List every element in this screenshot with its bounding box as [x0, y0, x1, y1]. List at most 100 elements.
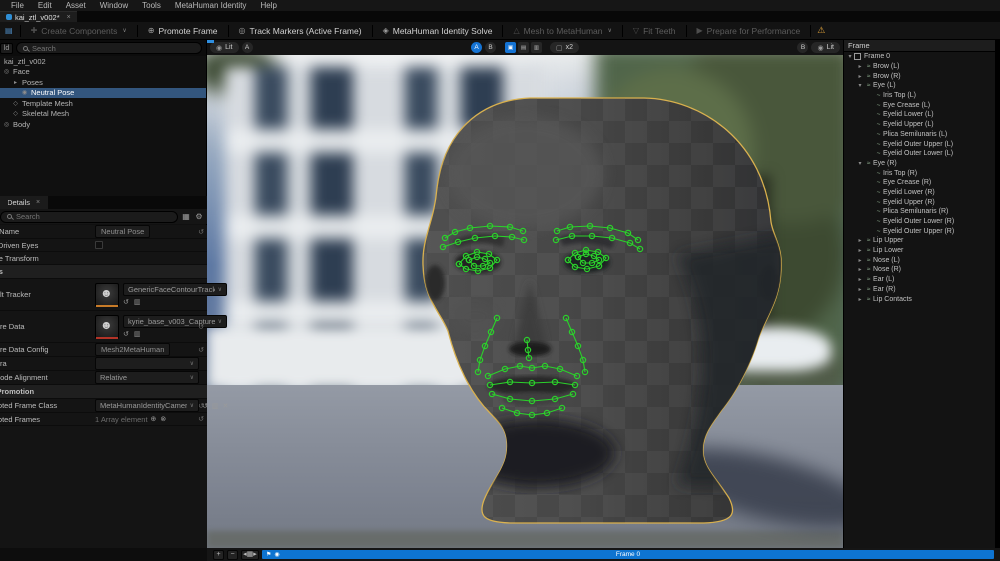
property-dropdown[interactable]: ∨	[95, 357, 199, 370]
browse-icon[interactable]: ▥	[212, 402, 219, 410]
add-frame-button[interactable]: +	[213, 549, 224, 560]
asset-thumbnail[interactable]	[95, 314, 119, 339]
zoom-x2-button[interactable]: ▢ x2	[549, 42, 580, 53]
reset-to-default-icon[interactable]: ↺	[198, 402, 204, 410]
frame-tree-item-nose-l-[interactable]: ▸ ≈ Nose (L)	[844, 255, 995, 265]
data-driven-eyes-checkbox[interactable]	[95, 241, 103, 249]
layout-split-button[interactable]: ▤	[517, 42, 529, 53]
expander-icon[interactable]: ▸	[856, 63, 864, 70]
view-b-toggle[interactable]: B	[484, 42, 496, 53]
details-gear-icon[interactable]: ⚙	[194, 212, 204, 221]
outliner-item-template-mesh[interactable]: ◇ Template Mesh	[0, 98, 206, 109]
outliner-item-face[interactable]: ◎ Face	[0, 67, 206, 78]
property-dropdown[interactable]: Relative ∨	[95, 371, 199, 384]
expander-icon[interactable]: ▾	[856, 82, 864, 89]
property-value[interactable]: Mesh2MetaHuman	[95, 343, 171, 356]
frame-tree-item-eyelid-lower-r-[interactable]: ~ Eyelid Lower (R)	[844, 188, 995, 198]
asset-dropdown[interactable]: kyrie_base_v003_CaptureData∨	[123, 315, 227, 328]
expander-icon[interactable]: ▸	[856, 257, 864, 264]
frame-tree-item-plica-semilunaris-l-[interactable]: ~ Plica Semilunaris (L)	[844, 130, 995, 140]
lit-mode-button-b[interactable]: ◉ Lit	[811, 42, 840, 53]
menu-item-help[interactable]: Help	[253, 0, 283, 11]
details-grid-icon[interactable]: ▦	[181, 212, 191, 221]
frame-tree-item-eyelid-outer-upper-l-[interactable]: ~ Eyelid Outer Upper (L)	[844, 139, 995, 149]
menu-item-asset[interactable]: Asset	[59, 0, 93, 11]
lit-mode-button[interactable]: ◉ Lit	[210, 42, 239, 53]
frame-tree-item-eyelid-outer-lower-r-[interactable]: ~ Eyelid Outer Lower (R)	[844, 217, 995, 227]
frame-tree-item-ear-l-[interactable]: ▸ ≈ Ear (L)	[844, 275, 995, 285]
layout-dual-button[interactable]: ▥	[530, 42, 542, 53]
outliner-searchbox[interactable]	[16, 42, 202, 54]
frame-checkbox[interactable]	[854, 53, 861, 61]
camera-b-button[interactable]: B	[797, 42, 809, 53]
outliner-item-kai-ztl-v002[interactable]: ▣kai_ztl_v002	[0, 56, 206, 67]
expander-icon[interactable]: ▸	[856, 276, 864, 283]
expander-icon[interactable]: ▾	[856, 160, 864, 167]
frame-tree-item-iris-top-r-[interactable]: ~ Iris Top (R)	[844, 168, 995, 178]
menu-item-window[interactable]: Window	[93, 0, 135, 11]
frame-tree-item-eyelid-outer-upper-r-[interactable]: ~ Eyelid Outer Upper (R)	[844, 226, 995, 236]
frame-tree-item-eye-l-[interactable]: ▾ ≈ Eye (L)	[844, 81, 995, 91]
frame-tree-item-eye-crease-l-[interactable]: ~ Eye Crease (L)	[844, 100, 995, 110]
outliner-item-poses[interactable]: ▸ Poses	[0, 77, 206, 88]
reset-to-default-icon[interactable]: ↺	[198, 228, 204, 236]
outliner-item-neutral-pose[interactable]: ◉ Neutral Pose	[0, 87, 206, 98]
frame-tree-item-nose-r-[interactable]: ▸ ≈ Nose (R)	[844, 265, 995, 275]
menu-item-metahuman-identity[interactable]: MetaHuman Identity	[168, 0, 254, 11]
frame-tree-item-brow-l-[interactable]: ▸ ≈ Brow (L)	[844, 62, 995, 72]
frame-tree-item-eyelid-upper-l-[interactable]: ~ Eyelid Upper (L)	[844, 120, 995, 130]
frame-tree-item-plica-semilunaris-r-[interactable]: ~ Plica Semilunaris (R)	[844, 207, 995, 217]
details-searchbox[interactable]	[0, 210, 178, 223]
frame-tree-item-eyelid-upper-r-[interactable]: ~ Eyelid Upper (R)	[844, 197, 995, 207]
details-tab-close-icon[interactable]: ×	[36, 199, 40, 206]
expander-icon[interactable]: ▸	[856, 286, 864, 293]
reset-to-default-icon[interactable]: ↺	[198, 346, 204, 354]
reset-to-default-icon[interactable]: ↺	[198, 415, 204, 423]
expander-icon[interactable]: ▸	[856, 73, 864, 80]
layout-single-button[interactable]: ▣	[504, 42, 516, 53]
expander-icon[interactable]: ▸	[856, 247, 864, 254]
clear-icon[interactable]: ✕	[223, 402, 229, 410]
remove-frame-button[interactable]: −	[227, 549, 238, 560]
toolbar-button-track-markers[interactable]: ◎ Track Markers (Active Frame)	[231, 22, 370, 40]
toolbar-button-identity-solve[interactable]: ◈ MetaHuman Identity Solve	[375, 22, 501, 40]
expander-icon[interactable]: ▸	[856, 237, 864, 244]
template-mesh-head[interactable]	[207, 55, 843, 548]
browse-icon[interactable]: ▥	[134, 298, 141, 306]
frame-tree-item-ear-r-[interactable]: ▸ ≈ Ear (R)	[844, 285, 995, 295]
tab-close-icon[interactable]: ×	[67, 14, 71, 21]
details-tab[interactable]: Details ×	[0, 196, 49, 209]
expander-icon[interactable]: ▸	[856, 296, 864, 303]
outliner-item-skeletal-mesh[interactable]: ◇ Skeletal Mesh	[0, 109, 206, 120]
outliner-search-input[interactable]	[32, 43, 195, 53]
use-selected-icon[interactable]: ↺	[123, 298, 129, 306]
frame-tree-item-lip-upper[interactable]: ▸ ≈ Lip Upper	[844, 236, 995, 246]
reset-to-default-icon[interactable]: ↺	[198, 323, 204, 331]
frame-tree-item-lip-lower[interactable]: ▸ ≈ Lip Lower	[844, 246, 995, 256]
property-dropdown[interactable]: MetaHumanIdentityCameraFrame∨	[95, 399, 199, 412]
browse-icon[interactable]: ▥	[134, 330, 141, 338]
viewport[interactable]: ◉ Lit A A B ▣ ▤ ▥ ▢ x2 B ◉ Lit	[207, 40, 843, 548]
frame-tree-item-brow-r-[interactable]: ▸ ≈ Brow (R)	[844, 71, 995, 81]
frame-tree-item-eyelid-lower-l-[interactable]: ~ Eyelid Lower (L)	[844, 110, 995, 120]
timeline-track[interactable]: ⚑ ◉ Frame 0	[262, 550, 994, 559]
outliner-corner-button[interactable]: ld	[0, 42, 13, 54]
add-element-icon[interactable]: ⊕	[151, 415, 157, 423]
camera-a-button[interactable]: A	[241, 42, 253, 53]
asset-thumbnail[interactable]	[95, 282, 119, 307]
asset-tab[interactable]: kai_ztl_v002* ×	[0, 11, 77, 22]
frame-camera-button[interactable]: ◂▦▸	[241, 549, 259, 560]
expander-icon[interactable]: ▾	[846, 53, 854, 60]
frame-tree-item-lip-contacts[interactable]: ▸ ≈ Lip Contacts	[844, 294, 995, 304]
save-asset-button[interactable]: ▤	[0, 22, 18, 40]
details-search-input[interactable]	[16, 212, 171, 221]
menu-item-file[interactable]: File	[4, 0, 31, 11]
property-value[interactable]: Neutral Pose	[95, 225, 151, 238]
menu-item-tools[interactable]: Tools	[135, 0, 168, 11]
use-selected-icon[interactable]: ↺	[123, 330, 129, 338]
frame-tree-item-eyelid-outer-lower-l-[interactable]: ~ Eyelid Outer Lower (L)	[844, 149, 995, 159]
delete-element-icon[interactable]: ⊗	[160, 415, 166, 423]
frame-tree-item-eye-r-[interactable]: ▾ ≈ Eye (R)	[844, 159, 995, 169]
frame-tree-item-eye-crease-r-[interactable]: ~ Eye Crease (R)	[844, 178, 995, 188]
frame-tree-item-frame-0[interactable]: ▾ Frame 0	[844, 52, 995, 62]
